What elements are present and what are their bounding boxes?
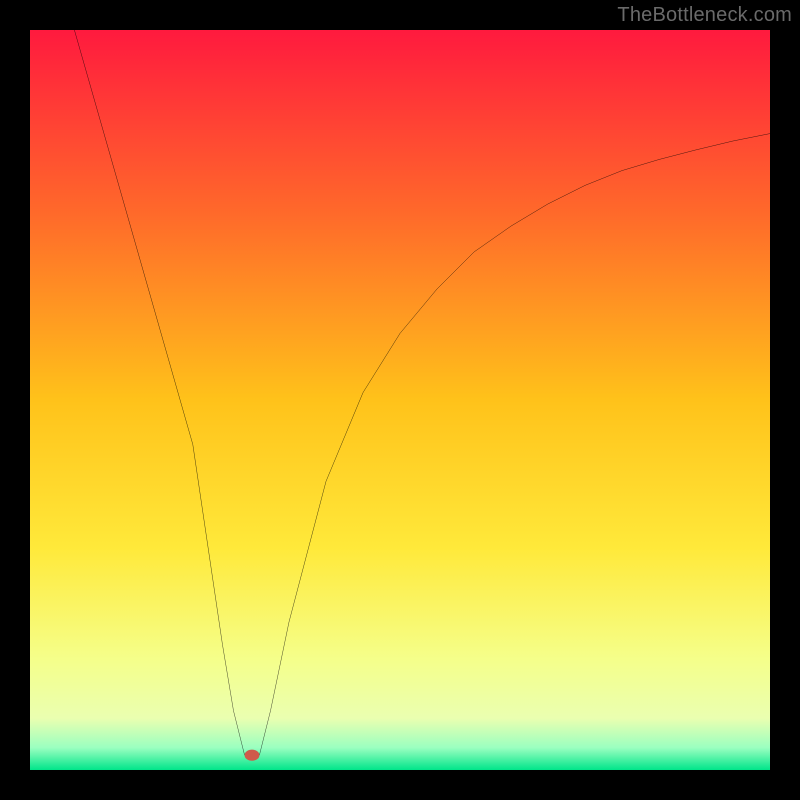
bottleneck-chart (30, 30, 770, 770)
optimum-marker (245, 750, 260, 761)
chart-frame: TheBottleneck.com (0, 0, 800, 800)
watermark-text: TheBottleneck.com (617, 4, 792, 27)
chart-background (30, 30, 770, 770)
